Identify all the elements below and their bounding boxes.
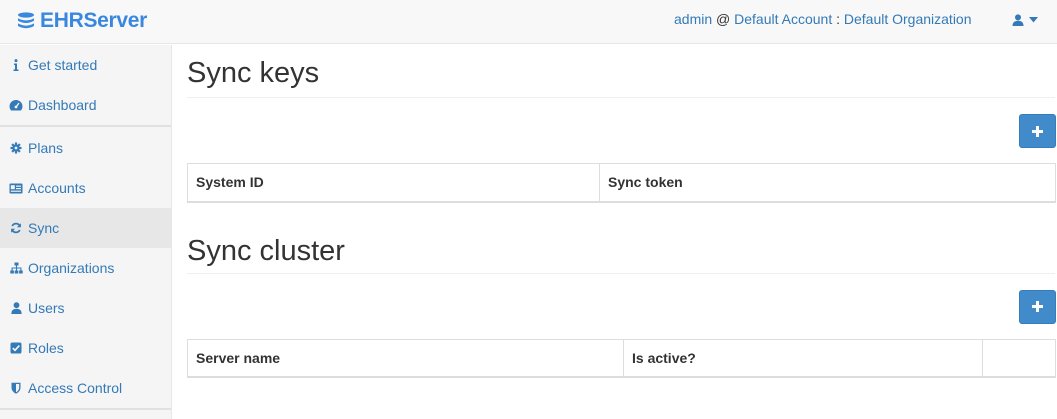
sync-keys-title: Sync keys [187, 45, 1055, 98]
sidebar-item-label: Plans [28, 140, 64, 156]
sidebar-item-label: Sync [28, 220, 60, 236]
sidebar: Get started Dashboard Plans Accounts Syn… [0, 45, 172, 419]
organization-link[interactable]: Default Organization [844, 11, 972, 27]
user-menu-dropdown[interactable] [1012, 10, 1044, 30]
sync-cluster-title: Sync cluster [187, 222, 1055, 274]
sidebar-item-label: Roles [28, 340, 64, 356]
table-header-row: System ID Sync token [187, 163, 1056, 203]
column-header-is-active[interactable]: Is active? [623, 338, 983, 378]
dashboard-icon [9, 98, 23, 112]
sidebar-item-accounts[interactable]: Accounts [0, 168, 171, 208]
account-info: admin @ Default Account : Default Organi… [674, 11, 972, 27]
sidebar-item-label: Dashboard [28, 97, 97, 113]
info-icon [9, 58, 23, 72]
sync-cluster-table: Server name Is active? [187, 338, 1056, 378]
add-sync-key-button[interactable] [1019, 114, 1056, 148]
sidebar-item-label: Organizations [28, 260, 115, 276]
sync-keys-table: System ID Sync token [187, 163, 1056, 203]
sidebar-item-dashboard[interactable]: Dashboard [0, 85, 171, 125]
column-header-system-id[interactable]: System ID [187, 163, 600, 203]
shield-icon [9, 381, 23, 395]
table-header-row: Server name Is active? [187, 338, 1056, 378]
sidebar-item-get-started[interactable]: Get started [0, 45, 171, 85]
caret-down-icon [1029, 17, 1038, 23]
at-separator: @ [716, 11, 731, 27]
sidebar-item-plans[interactable]: Plans [0, 128, 171, 168]
main-content: Sync keys System ID Sync token Sync clus… [187, 45, 1056, 378]
sidebar-item-users[interactable]: Users [0, 288, 171, 328]
sidebar-item-label: Users [28, 300, 65, 316]
check-square-icon [9, 341, 23, 355]
column-header-sync-token[interactable]: Sync token [599, 163, 1056, 203]
user-icon [9, 301, 23, 315]
username-link[interactable]: admin [674, 11, 712, 27]
sidebar-item-label: Accounts [28, 180, 86, 196]
sidebar-group-general: Get started Dashboard [0, 45, 171, 127]
sidebar-group-admin: Plans Accounts Sync Organizations Users [0, 128, 171, 410]
brand-logo-link[interactable]: EHRServer [16, 8, 147, 34]
top-navbar: EHRServer admin @ Default Account : Defa… [0, 0, 1057, 44]
sidebar-item-label: Access Control [28, 380, 123, 396]
account-link[interactable]: Default Account [734, 11, 832, 27]
sync-cluster-toolbar [187, 274, 1056, 339]
column-header-actions [982, 338, 1056, 378]
sidebar-item-roles[interactable]: Roles [0, 328, 171, 368]
plus-icon [1032, 125, 1043, 137]
user-icon [1012, 14, 1024, 26]
add-cluster-server-button[interactable] [1019, 289, 1056, 324]
sidebar-item-sync[interactable]: Sync [0, 208, 171, 248]
gear-icon [9, 141, 23, 155]
id-card-icon [9, 181, 23, 195]
sidebar-item-organizations[interactable]: Organizations [0, 248, 171, 288]
sitemap-icon [9, 261, 23, 275]
sidebar-item-access-control[interactable]: Access Control [0, 368, 171, 408]
plus-icon [1032, 301, 1043, 312]
brand-name: EHRServer [40, 9, 148, 32]
database-icon [16, 11, 40, 31]
column-header-server-name[interactable]: Server name [187, 338, 624, 378]
colon-separator: : [836, 11, 840, 27]
refresh-icon [9, 221, 23, 235]
sidebar-item-label: Get started [28, 57, 98, 73]
sync-keys-toolbar [187, 98, 1056, 163]
